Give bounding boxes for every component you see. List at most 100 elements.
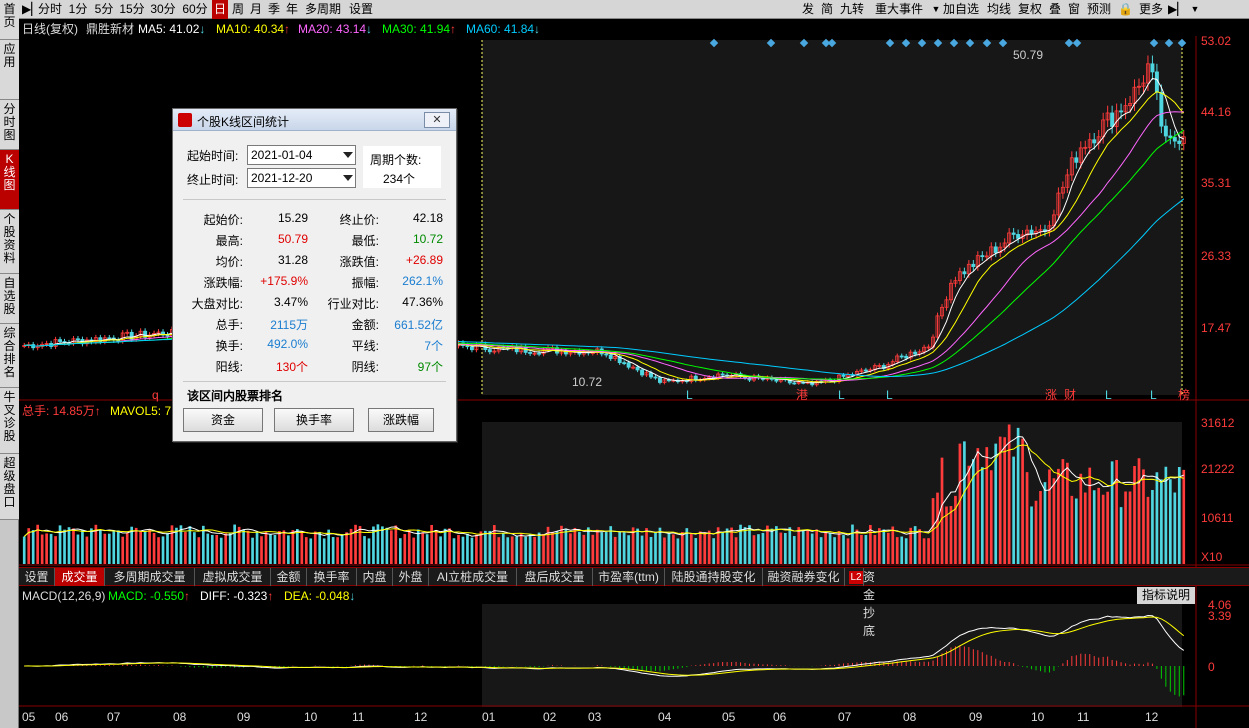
candle-body [537, 352, 542, 355]
candle-body [1016, 234, 1021, 239]
indicator-tab-11[interactable]: 陆股通持股变化 [665, 568, 763, 586]
stat-label: 总手: [215, 318, 243, 332]
toolbar-button-5[interactable]: 均线 [984, 0, 1014, 19]
stat-label: 阳线: [215, 360, 243, 374]
toolbar-button-8[interactable]: 窗 [1066, 0, 1082, 19]
candle-body [528, 351, 533, 354]
indicator-tab-9[interactable]: 盘后成交量 [517, 568, 593, 586]
toolbar-button-6[interactable]: 复权 [1016, 0, 1044, 19]
stock-name: 鼎胜新材 [86, 22, 135, 36]
event-marker[interactable]: 涨 [1045, 388, 1057, 402]
rank-by-fund-button[interactable]: 资金 [183, 408, 263, 432]
indicator-tab-0[interactable]: 设置 [19, 568, 55, 586]
event-marker[interactable]: L [1150, 388, 1157, 402]
price-tick: 35.31 [1201, 176, 1232, 190]
stat-value: +175.9% [260, 274, 308, 288]
end-date-select[interactable]: 2021-12-20 [247, 168, 356, 188]
month-label: 04 [658, 710, 672, 724]
sidebar-tab-0[interactable]: 首页 [0, 0, 19, 40]
sidebar-tab-6[interactable]: 综合排名 [0, 324, 19, 388]
indicator-tab-2[interactable]: 多周期成交量 [105, 568, 195, 586]
close-icon[interactable]: ✕ [424, 112, 450, 128]
stat-value: 661.52亿 [394, 318, 443, 332]
period-tab-12[interactable]: 设置 [346, 0, 376, 19]
toolbar-button-4[interactable]: 加自选 [942, 0, 980, 19]
forward-icon[interactable]: ▶▏ [1168, 0, 1186, 19]
dropdown-arrow-icon[interactable]: ▼ [929, 0, 943, 19]
macd-readout: MACD: -0.550↑ [108, 589, 191, 603]
indicator-tab-1[interactable]: 成交量 [55, 568, 105, 586]
indicator-tab-3[interactable]: 虚拟成交量 [195, 568, 271, 586]
event-marker[interactable]: L [838, 388, 845, 402]
period-tab-7[interactable]: 周 [230, 0, 246, 19]
event-marker[interactable]: 财 [1064, 388, 1076, 402]
indicator-tab-5[interactable]: 换手率 [307, 568, 357, 586]
month-label: 05 [722, 710, 736, 724]
candle-body [635, 366, 640, 371]
indicator-tab-10[interactable]: 市盈率(ttm) [593, 568, 665, 586]
candle-body [774, 378, 779, 382]
event-marker[interactable]: L [1105, 388, 1112, 402]
period-tab-5[interactable]: 60分 [180, 0, 210, 19]
sidebar-tab-7[interactable]: 牛叉诊股 [0, 388, 19, 454]
event-marker[interactable]: L [686, 388, 693, 402]
period-tab-2[interactable]: 5分 [92, 0, 116, 19]
menu-arrow-icon[interactable]: ▼ [1188, 0, 1202, 19]
l2-badge: L2 [849, 571, 863, 584]
stat-label: 起始价: [203, 213, 243, 227]
sidebar-tab-4[interactable]: 个股资料 [0, 210, 19, 274]
dialog-title: 个股K线区间统计 [197, 115, 290, 129]
indicator-tab-4[interactable]: 金额 [271, 568, 307, 586]
sidebar-tab-8[interactable]: 超级盘口 [0, 454, 19, 520]
toolbar-button-0[interactable]: 发 [800, 0, 816, 19]
toolbar-button-7[interactable]: 叠 [1047, 0, 1063, 19]
indicator-tab-8[interactable]: AI立桩成交量 [429, 568, 517, 586]
month-label: 08 [903, 710, 917, 724]
candle-body [653, 376, 658, 379]
event-marker[interactable]: L [886, 388, 893, 402]
toolbar-button-3[interactable]: 重大事件 [870, 0, 928, 19]
rank-by-change-button[interactable]: 涨跌幅 [368, 408, 434, 432]
stat-label: 涨跌值: [339, 255, 379, 269]
toolbar-button-2[interactable]: 九转 [838, 0, 866, 19]
end-label: 终止时间: [187, 173, 239, 187]
period-tab-1[interactable]: 1分 [66, 0, 90, 19]
start-date-select[interactable]: 2021-01-04 [247, 145, 356, 165]
volume-tick: 31612 [1201, 416, 1235, 430]
toolbar-button-1[interactable]: 简 [819, 0, 835, 19]
sidebar-tab-2[interactable]: 分时图 [0, 100, 19, 150]
candle-body [1163, 125, 1168, 137]
period-tab-10[interactable]: 年 [284, 0, 300, 19]
period-tab-4[interactable]: 30分 [148, 0, 178, 19]
period-tab-8[interactable]: 月 [248, 0, 264, 19]
event-marker[interactable]: 榜 [1178, 388, 1190, 402]
indicator-tab-6[interactable]: 内盘 [357, 568, 393, 586]
indicator-help-button[interactable]: 指标说明 [1137, 587, 1195, 604]
sidebar-tab-3[interactable]: K线图 [0, 150, 19, 210]
stat-value: 42.18 [412, 211, 443, 225]
period-tab-9[interactable]: 季 [266, 0, 282, 19]
sidebar-tab-1[interactable]: 应用 [0, 40, 19, 100]
period-tab-11[interactable]: 多周期 [302, 0, 344, 19]
event-marker[interactable]: 港 [796, 388, 808, 402]
toolbar-button-10[interactable]: 更多 [1135, 0, 1167, 19]
period-tab-0[interactable]: 分时 [36, 0, 64, 19]
rank-by-turnover-button[interactable]: 换手率 [274, 408, 354, 432]
period-count-value: 234个 [383, 172, 416, 186]
sidebar-tab-5[interactable]: 自选股 [0, 274, 19, 324]
period-tab-3[interactable]: 15分 [118, 0, 146, 19]
ma20-readout: MA20: 43.14↓ [298, 22, 373, 36]
month-label: 06 [55, 710, 69, 724]
play-icon[interactable]: ▶▏ [22, 0, 40, 19]
dialog-titlebar[interactable]: 个股K线区间统计 ✕ [173, 109, 456, 131]
indicator-tab-7[interactable]: 外盘 [393, 568, 429, 586]
indicator-tab-12[interactable]: 融资融券变化 [763, 568, 845, 586]
low-annotation: 10.72 [572, 375, 603, 389]
month-label: 09 [237, 710, 251, 724]
indicator-tab-13[interactable]: 资金抄底 [863, 568, 875, 638]
macd-tick: 3.39 [1208, 609, 1232, 623]
high-annotation: 50.79 [1013, 48, 1044, 62]
period-tab-6[interactable]: 日 [212, 0, 228, 19]
toolbar-button-9[interactable]: 预测 [1085, 0, 1113, 19]
lock-icon[interactable]: 🔒 [1118, 0, 1133, 19]
